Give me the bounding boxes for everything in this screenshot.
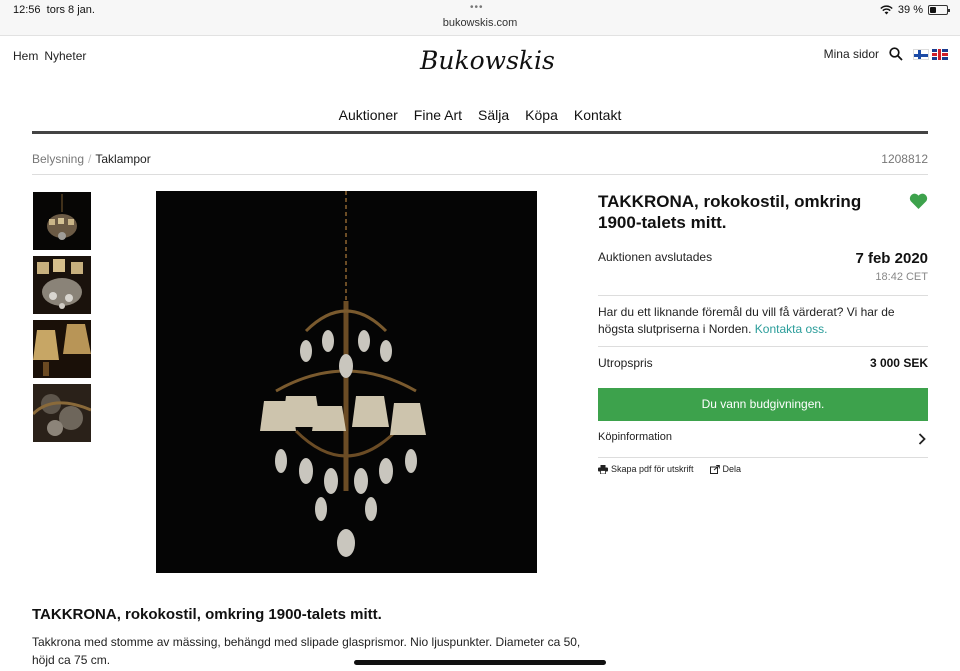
- battery-percent: 39 %: [897, 4, 923, 16]
- breadcrumb-divider: [32, 174, 928, 175]
- search-icon[interactable]: [889, 47, 903, 61]
- auction-end-label: Auktionen avslutades: [598, 250, 713, 264]
- divider: [598, 346, 928, 347]
- address-url[interactable]: bukowskis.com: [0, 17, 960, 29]
- estimate-label: Utropspris: [598, 356, 653, 370]
- flag-finland-icon[interactable]: [913, 48, 929, 60]
- buy-info-link[interactable]: Köpinformation: [598, 431, 672, 443]
- won-bidding-button[interactable]: Du vann budgivningen.: [598, 388, 928, 421]
- status-date: tors 8 jan.: [46, 4, 95, 16]
- favorite-heart-icon[interactable]: [909, 193, 928, 210]
- nav-sell[interactable]: Sälja: [478, 107, 509, 123]
- lot-actions: Skapa pdf för utskrift Dela: [598, 464, 741, 474]
- nav-contact[interactable]: Kontakt: [574, 107, 621, 123]
- nav-buy[interactable]: Köpa: [525, 107, 558, 123]
- lot-title: TAKKRONA, rokokostil, omkring 1900-talet…: [598, 192, 862, 232]
- create-pdf-action[interactable]: Skapa pdf för utskrift: [598, 464, 694, 474]
- lot-info-panel: TAKKRONA, rokokostil, omkring 1900-talet…: [598, 191, 928, 474]
- breadcrumb-current[interactable]: Taklampor: [95, 152, 150, 166]
- share-label: Dela: [722, 464, 742, 474]
- thumbnail-3[interactable]: [33, 320, 91, 378]
- nav-news[interactable]: Nyheter: [44, 49, 86, 63]
- contact-us-link[interactable]: Kontakta oss.: [755, 322, 828, 336]
- my-pages-link[interactable]: Mina sidor: [824, 47, 879, 61]
- home-indicator[interactable]: [354, 660, 606, 665]
- thumbnail-2[interactable]: [33, 256, 91, 314]
- divider: [598, 295, 928, 296]
- breadcrumb: Belysning / Taklampor: [32, 152, 151, 166]
- status-time: 12:56 tors 8 jan.: [13, 4, 95, 16]
- status-right: 39 %: [880, 4, 950, 16]
- create-pdf-label: Skapa pdf för utskrift: [611, 464, 694, 474]
- breadcrumb-separator: /: [88, 152, 92, 166]
- nav-fine-art[interactable]: Fine Art: [414, 107, 462, 123]
- header-divider: [32, 131, 928, 134]
- nav-auctions[interactable]: Auktioner: [339, 107, 398, 123]
- lot-number: 1208812: [881, 152, 928, 166]
- status-bar: 12:56 tors 8 jan. ••• bukowskis.com 39 %: [0, 0, 960, 36]
- estimate-value: 3 000 SEK: [869, 356, 928, 370]
- auction-end-time: 18:42 CET: [875, 271, 928, 283]
- tab-dots-icon[interactable]: •••: [470, 2, 484, 13]
- main-nav: Auktioner Fine Art Sälja Köpa Kontakt: [0, 107, 960, 123]
- auction-end-date: 7 feb 2020: [855, 250, 928, 267]
- share-icon: [709, 464, 720, 474]
- wifi-icon: [880, 5, 893, 15]
- bukowskis-logo[interactable]: Bukowskis: [420, 46, 555, 75]
- chevron-right-icon[interactable]: [918, 433, 926, 445]
- header-right: Mina sidor: [824, 47, 948, 61]
- valuation-body: Har du ett liknande föremål du vill få v…: [598, 305, 895, 336]
- valuation-text: Har du ett liknande föremål du vill få v…: [598, 304, 928, 338]
- share-action[interactable]: Dela: [709, 464, 742, 474]
- header-left-nav: Hem Nyheter: [13, 49, 86, 63]
- description-title: TAKKRONA, rokokostil, omkring 1900-talet…: [32, 606, 382, 623]
- main-product-image[interactable]: [156, 191, 537, 573]
- nav-home[interactable]: Hem: [13, 49, 38, 63]
- divider: [598, 457, 928, 458]
- breadcrumb-category[interactable]: Belysning: [32, 152, 84, 166]
- printer-icon: [598, 464, 608, 474]
- language-flags: [913, 48, 948, 60]
- thumbnail-4[interactable]: [33, 384, 91, 442]
- battery-icon: [928, 5, 950, 15]
- thumbnail-1[interactable]: [33, 192, 91, 250]
- flag-uk-icon[interactable]: [932, 48, 948, 60]
